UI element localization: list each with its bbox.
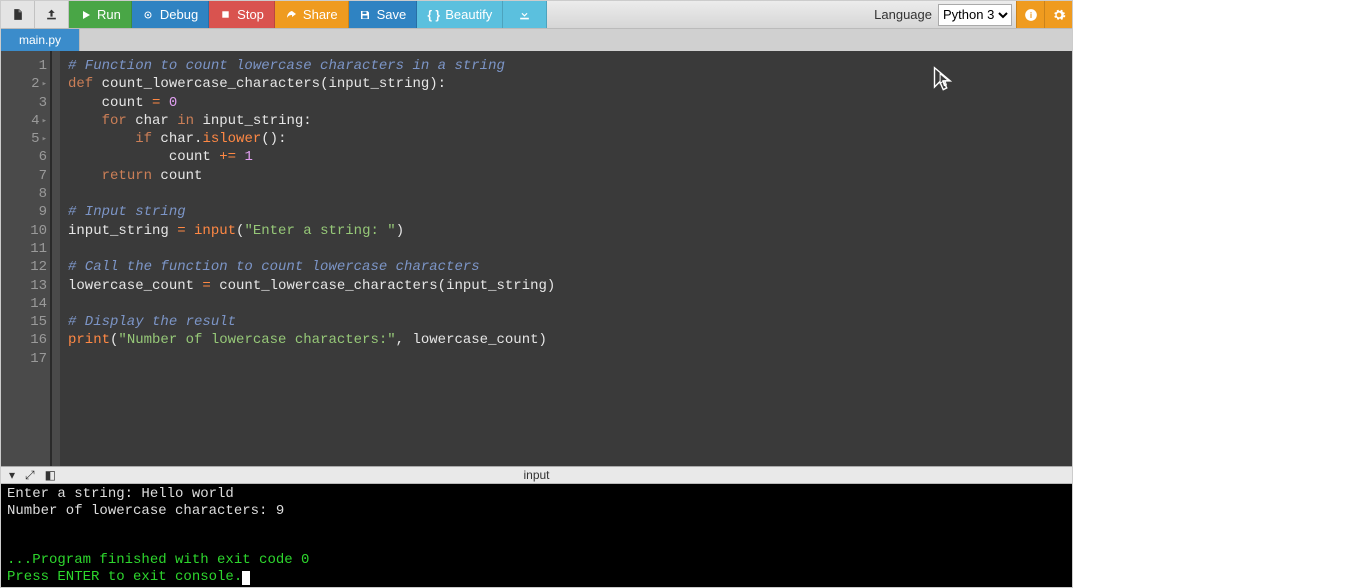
code-token: print	[68, 332, 110, 348]
code-token: in	[177, 113, 194, 129]
code-token: input_string	[68, 223, 177, 239]
language-label: Language	[868, 1, 938, 28]
stop-icon	[219, 8, 232, 21]
code-line: # Function to count lowercase characters…	[68, 58, 505, 74]
clear-console-icon[interactable]: ◧	[45, 468, 56, 483]
code-token: +=	[219, 149, 236, 165]
code-line: # Call the function to count lowercase c…	[68, 259, 480, 275]
fold-strip	[51, 51, 60, 466]
download-button[interactable]	[503, 1, 547, 28]
code-editor[interactable]: 1 2▸ 3 4▸ 5▸ 6 7 8 9 10 11 12 13 14 15 1…	[1, 51, 1072, 466]
console-finished-line: ...Program finished with exit code 0	[7, 552, 309, 568]
code-token: count	[152, 168, 202, 184]
code-token: "Number of lowercase characters:"	[118, 332, 395, 348]
upload-button[interactable]	[35, 1, 69, 28]
beautify-button[interactable]: { } Beautify	[417, 1, 503, 28]
console-title: input	[523, 468, 549, 482]
line-gutter: 1 2▸ 3 4▸ 5▸ 6 7 8 9 10 11 12 13 14 15 1…	[1, 51, 51, 466]
gear-icon	[1052, 8, 1066, 22]
code-token: count_lowercase_characters(input_string)	[211, 278, 555, 294]
share-icon	[285, 8, 298, 21]
code-token: input	[194, 223, 236, 239]
stop-button[interactable]: Stop	[209, 1, 275, 28]
collapse-console-icon[interactable]: ▾	[9, 468, 15, 483]
ide-app: Run Debug Stop Share Save {	[0, 0, 1073, 588]
stop-label: Stop	[237, 7, 264, 22]
code-token	[68, 168, 102, 184]
share-label: Share	[303, 7, 338, 22]
new-file-button[interactable]	[1, 1, 35, 28]
tab-main-py[interactable]: main.py	[1, 29, 80, 51]
save-button[interactable]: Save	[349, 1, 418, 28]
upload-icon	[45, 8, 58, 21]
console-prompt-line: Press ENTER to exit console.	[7, 569, 242, 585]
code-token	[68, 131, 135, 147]
info-button[interactable]: i	[1016, 1, 1044, 28]
code-token: =	[202, 278, 210, 294]
code-token: 0	[169, 95, 177, 111]
run-label: Run	[97, 7, 121, 22]
code-token: char	[127, 113, 177, 129]
play-icon	[79, 8, 92, 21]
language-select[interactable]: Python 3	[938, 4, 1012, 26]
file-icon	[11, 8, 24, 21]
save-label: Save	[377, 7, 407, 22]
toolbar-spacer	[547, 1, 868, 28]
info-icon: i	[1024, 8, 1038, 22]
braces-icon: { }	[427, 8, 440, 21]
debug-button[interactable]: Debug	[132, 1, 209, 28]
file-tabs: main.py	[1, 29, 1072, 51]
console-cursor	[242, 571, 250, 585]
code-token	[68, 113, 102, 129]
code-token: (input_string):	[320, 76, 446, 92]
code-token: lowercase_count	[68, 278, 202, 294]
code-line: # Input string	[68, 204, 186, 220]
code-token: count_lowercase_characters	[93, 76, 320, 92]
code-token: count	[68, 95, 152, 111]
console-line: Enter a string: Hello world	[7, 486, 234, 502]
code-token: def	[68, 76, 93, 92]
console-toolbar: ▾ ⤢ ◧ input	[1, 466, 1072, 484]
code-content[interactable]: # Function to count lowercase characters…	[60, 51, 1072, 466]
code-token: )	[396, 223, 404, 239]
code-token: for	[102, 113, 127, 129]
code-token: =	[177, 223, 185, 239]
code-token	[186, 223, 194, 239]
code-token: 1	[244, 149, 252, 165]
code-token: input_string:	[194, 113, 312, 129]
code-token: return	[102, 168, 152, 184]
beautify-label: Beautify	[445, 7, 492, 22]
code-token: ():	[261, 131, 286, 147]
share-button[interactable]: Share	[275, 1, 349, 28]
toolbar: Run Debug Stop Share Save {	[1, 1, 1072, 29]
code-token: count	[68, 149, 219, 165]
code-token: char.	[152, 131, 202, 147]
debug-label: Debug	[160, 7, 198, 22]
code-token: islower	[202, 131, 261, 147]
debug-icon	[142, 8, 155, 21]
code-line: # Display the result	[68, 314, 236, 330]
code-token	[160, 95, 168, 111]
save-icon	[359, 8, 372, 21]
expand-console-icon[interactable]: ⤢	[25, 468, 35, 483]
code-token: if	[135, 131, 152, 147]
svg-text:i: i	[1029, 10, 1031, 19]
download-icon	[518, 8, 531, 21]
code-token: , lowercase_count)	[396, 332, 547, 348]
code-token: "Enter a string: "	[244, 223, 395, 239]
console-output[interactable]: Enter a string: Hello world Number of lo…	[1, 484, 1072, 587]
tab-label: main.py	[19, 33, 61, 47]
console-line: Number of lowercase characters: 9	[7, 503, 284, 519]
run-button[interactable]: Run	[69, 1, 132, 28]
settings-button[interactable]	[1044, 1, 1072, 28]
